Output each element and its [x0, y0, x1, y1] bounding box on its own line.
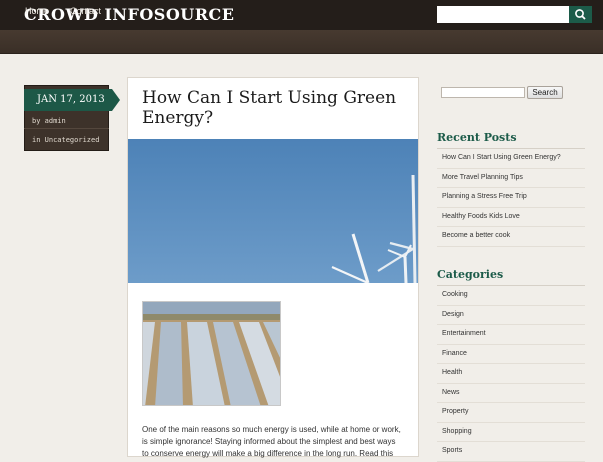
list-item: How Can I Start Using Green Energy?: [437, 149, 585, 169]
categories-list: Cooking Design Entertainment Finance Hea…: [437, 286, 585, 462]
list-item: Become a better cook: [437, 227, 585, 247]
list-item: Health: [437, 364, 585, 384]
main-nav-bar: [0, 30, 603, 54]
recent-posts-list: How Can I Start Using Green Energy? More…: [437, 149, 585, 247]
post-hero-image: [128, 139, 418, 283]
category-link[interactable]: Property: [442, 408, 468, 415]
category-link[interactable]: Entertainment: [442, 330, 486, 337]
header-search-button[interactable]: [569, 6, 592, 23]
list-item: Design: [437, 306, 585, 325]
sidebar-search-input[interactable]: [441, 87, 525, 98]
recent-post-link[interactable]: How Can I Start Using Green Energy?: [442, 154, 561, 161]
categories-title: Categories: [437, 268, 504, 281]
post-category[interactable]: in Uncategorized: [32, 136, 99, 144]
recent-post-link[interactable]: Become a better cook: [442, 232, 510, 239]
list-item: Cooking: [437, 286, 585, 306]
site-title[interactable]: CROWD INFOSOURCE: [24, 5, 234, 24]
list-item: Shopping: [437, 423, 585, 442]
nav-item-home[interactable]: Home: [25, 6, 49, 16]
post-author[interactable]: by admin: [32, 117, 66, 125]
search-icon: [575, 9, 586, 20]
recent-post-link[interactable]: Planning a Stress Free Trip: [442, 193, 527, 200]
list-item: Healthy Foods Kids Love: [437, 208, 585, 227]
recent-post-link[interactable]: Healthy Foods Kids Love: [442, 213, 520, 220]
post-thumbnail-image: [142, 301, 281, 406]
meta-divider: [24, 128, 109, 129]
category-link[interactable]: Shopping: [442, 428, 472, 435]
list-item: News: [437, 384, 585, 403]
list-item: Entertainment: [437, 325, 585, 345]
nav-item-contact[interactable]: Contact: [70, 6, 101, 16]
date-ribbon-tip: [112, 89, 120, 111]
category-link[interactable]: Design: [442, 311, 464, 318]
category-link[interactable]: Health: [442, 369, 462, 376]
category-link[interactable]: Sports: [442, 447, 462, 454]
list-item: Finance: [437, 345, 585, 364]
header-search-input[interactable]: [437, 6, 569, 23]
sidebar-search-button[interactable]: Search: [527, 86, 563, 99]
category-link[interactable]: Finance: [442, 350, 467, 357]
recent-post-link[interactable]: More Travel Planning Tips: [442, 174, 523, 181]
post-date: JAN 17, 2013: [37, 94, 105, 105]
recent-posts-title: Recent Posts: [437, 131, 517, 144]
post-title[interactable]: How Can I Start Using Green Energy?: [142, 88, 402, 128]
category-link[interactable]: Cooking: [442, 291, 468, 298]
category-link[interactable]: News: [442, 389, 460, 396]
list-item: Sports: [437, 442, 585, 462]
list-item: Planning a Stress Free Trip: [437, 188, 585, 208]
post-excerpt: One of the main reasons so much energy i…: [142, 425, 401, 458]
list-item: Property: [437, 403, 585, 423]
list-item: More Travel Planning Tips: [437, 169, 585, 188]
